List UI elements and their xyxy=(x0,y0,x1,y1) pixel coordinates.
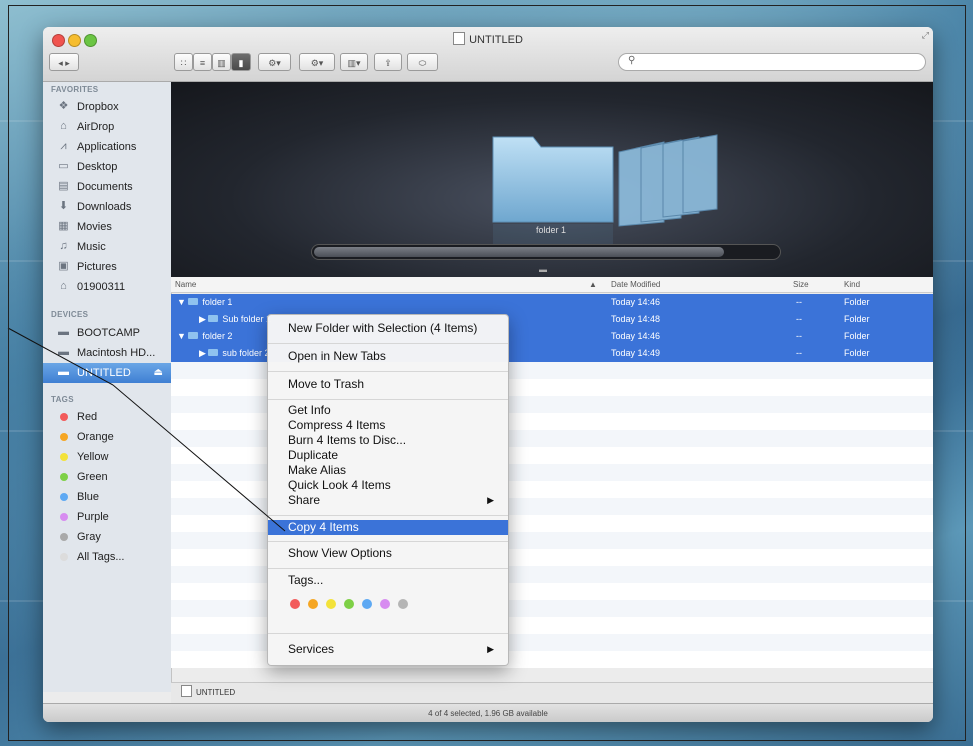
image-border xyxy=(8,5,966,741)
